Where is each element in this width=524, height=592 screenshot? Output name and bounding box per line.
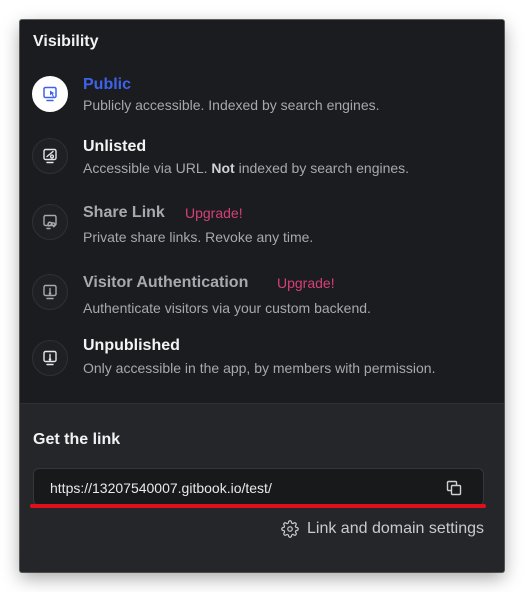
unpublished-icon — [32, 340, 68, 376]
visibility-unlisted-icon — [32, 138, 68, 174]
visibility-section: Visibility Public Publicly accessible. I… — [20, 20, 504, 403]
visibility-title: Visibility — [33, 33, 99, 50]
share-link-icon — [32, 204, 68, 240]
visibility-public-icon — [32, 76, 68, 112]
visitor-auth-upgrade-badge[interactable]: Upgrade! — [277, 275, 335, 291]
visitor-auth-icon — [32, 274, 68, 310]
option-visitor-authentication-title: Visitor Authentication — [83, 274, 249, 291]
gear-icon — [281, 520, 299, 538]
copy-icon[interactable] — [445, 479, 463, 497]
option-unlisted[interactable]: Unlisted Accessible via URL. Not indexed… — [32, 138, 492, 186]
option-unlisted-title: Unlisted — [83, 138, 147, 155]
option-visitor-authentication[interactable]: Visitor Authentication Upgrade! Authenti… — [32, 274, 492, 322]
not-emphasis: Not — [211, 160, 235, 176]
option-unlisted-description: Accessible via URL. Not indexed by searc… — [83, 160, 410, 176]
option-visitor-authentication-description: Authenticate visitors via your custom ba… — [83, 300, 371, 316]
link-and-domain-settings-button[interactable]: Link and domain settings — [281, 518, 484, 540]
option-public-description: Publicly accessible. Indexed by search e… — [83, 97, 380, 113]
option-public-title: Public — [83, 76, 132, 93]
get-link-title: Get the link — [33, 431, 121, 448]
option-public[interactable]: Public Publicly accessible. Indexed by s… — [32, 76, 492, 124]
link-url-field[interactable]: https://13207540007.gitbook.io/test/ — [33, 468, 484, 506]
option-share-link-description: Private share links. Revoke any time. — [83, 229, 314, 245]
option-unpublished[interactable]: Unpublished Only accessible in the app, … — [32, 337, 492, 388]
visibility-panel: Visibility Public Publicly accessible. I… — [20, 20, 504, 572]
highlight-underline — [30, 504, 486, 508]
share-link-upgrade-badge[interactable]: Upgrade! — [185, 205, 243, 221]
option-share-link[interactable]: Share Link Upgrade! Private share links.… — [32, 204, 492, 252]
link-url-text[interactable]: https://13207540007.gitbook.io/test/ — [50, 480, 272, 496]
option-unpublished-title: Unpublished — [83, 337, 180, 354]
option-unpublished-description: Only accessible in the app, by members w… — [83, 360, 436, 376]
option-share-link-title: Share Link — [83, 204, 165, 221]
link-and-domain-settings-label: Link and domain settings — [307, 520, 484, 537]
